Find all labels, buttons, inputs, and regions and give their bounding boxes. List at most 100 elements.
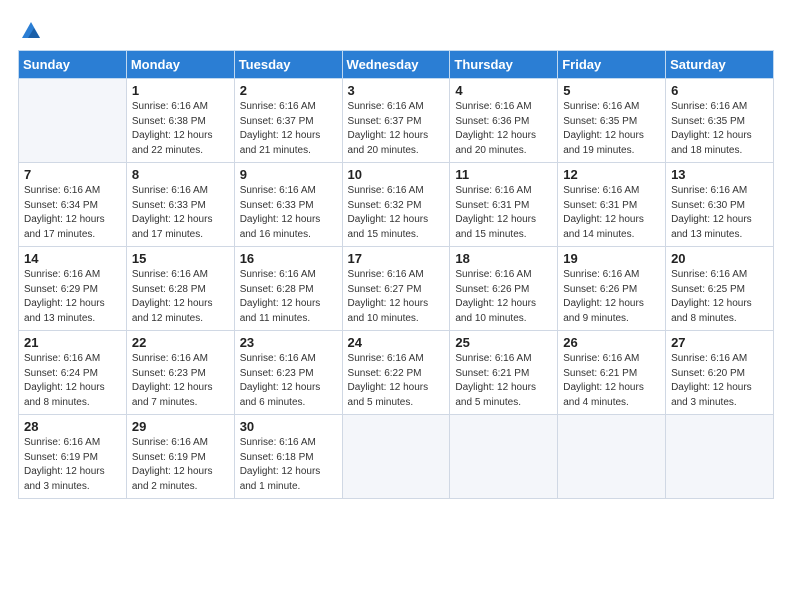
day-number: 11 [455, 167, 552, 182]
day-number: 7 [24, 167, 121, 182]
day-info: Sunrise: 6:16 AMSunset: 6:29 PMDaylight:… [24, 268, 121, 326]
day-number: 24 [348, 335, 445, 350]
day-cell: 23 Sunrise: 6:16 AMSunset: 6:23 PMDayligh… [234, 331, 342, 415]
day-info: Sunrise: 6:16 AMSunset: 6:37 PMDaylight:… [348, 100, 445, 158]
logo [18, 18, 42, 38]
day-number: 21 [24, 335, 121, 350]
header-cell-friday: Friday [558, 51, 666, 79]
header-cell-sunday: Sunday [19, 51, 127, 79]
header [18, 18, 774, 38]
day-cell: 4 Sunrise: 6:16 AMSunset: 6:36 PMDaylight… [450, 79, 558, 163]
day-cell: 9Sunrise: 6:16 AMSunset: 6:33 PMDaylight… [234, 163, 342, 247]
day-number: 12 [563, 167, 660, 182]
day-cell [558, 415, 666, 499]
day-info: Sunrise: 6:16 AMSunset: 6:23 PMDaylight:… [240, 352, 337, 410]
day-cell: 11 Sunrise: 6:16 AMSunset: 6:31 PMDayligh… [450, 163, 558, 247]
day-info: Sunrise: 6:16 AMSunset: 6:26 PMDaylight:… [563, 268, 660, 326]
day-info: Sunrise: 6:16 AMSunset: 6:28 PMDaylight:… [240, 268, 337, 326]
header-cell-wednesday: Wednesday [342, 51, 450, 79]
day-info: Sunrise: 6:16 AMSunset: 6:38 PMDaylight:… [132, 100, 229, 158]
week-row-4: 28 Sunrise: 6:16 AMSunset: 6:19 PMDayligh… [19, 415, 774, 499]
day-cell: 26Sunrise: 6:16 AMSunset: 6:21 PMDayligh… [558, 331, 666, 415]
day-cell [666, 415, 774, 499]
calendar-table: SundayMondayTuesdayWednesdayThursdayFrid… [18, 50, 774, 499]
day-cell: 29 Sunrise: 6:16 AMSunset: 6:19 PMDayligh… [126, 415, 234, 499]
day-number: 15 [132, 251, 229, 266]
week-row-3: 21Sunrise: 6:16 AMSunset: 6:24 PMDayligh… [19, 331, 774, 415]
day-info: Sunrise: 6:16 AMSunset: 6:30 PMDaylight:… [671, 184, 768, 242]
day-number: 6 [671, 83, 768, 98]
day-info: Sunrise: 6:16 AMSunset: 6:26 PMDaylight:… [455, 268, 552, 326]
day-number: 26 [563, 335, 660, 350]
day-cell: 6 Sunrise: 6:16 AMSunset: 6:35 PMDaylight… [666, 79, 774, 163]
day-info: Sunrise: 6:16 AMSunset: 6:35 PMDaylight:… [563, 100, 660, 158]
day-number: 8 [132, 167, 229, 182]
header-cell-tuesday: Tuesday [234, 51, 342, 79]
day-number: 22 [132, 335, 229, 350]
day-info: Sunrise: 6:16 AMSunset: 6:36 PMDaylight:… [455, 100, 552, 158]
day-number: 14 [24, 251, 121, 266]
week-row-0: 1 Sunrise: 6:16 AMSunset: 6:38 PMDaylight… [19, 79, 774, 163]
day-number: 9 [240, 167, 337, 182]
day-number: 19 [563, 251, 660, 266]
day-info: Sunrise: 6:16 AMSunset: 6:28 PMDaylight:… [132, 268, 229, 326]
day-cell: 2 Sunrise: 6:16 AMSunset: 6:37 PMDaylight… [234, 79, 342, 163]
day-cell: 21Sunrise: 6:16 AMSunset: 6:24 PMDayligh… [19, 331, 127, 415]
day-info: Sunrise: 6:16 AMSunset: 6:25 PMDaylight:… [671, 268, 768, 326]
header-cell-thursday: Thursday [450, 51, 558, 79]
day-cell: 18Sunrise: 6:16 AMSunset: 6:26 PMDayligh… [450, 247, 558, 331]
day-number: 27 [671, 335, 768, 350]
day-number: 20 [671, 251, 768, 266]
day-number: 25 [455, 335, 552, 350]
day-cell: 19 Sunrise: 6:16 AMSunset: 6:26 PMDayligh… [558, 247, 666, 331]
day-number: 2 [240, 83, 337, 98]
day-number: 28 [24, 419, 121, 434]
day-info: Sunrise: 6:16 AMSunset: 6:27 PMDaylight:… [348, 268, 445, 326]
day-number: 3 [348, 83, 445, 98]
day-cell: 16 Sunrise: 6:16 AMSunset: 6:28 PMDayligh… [234, 247, 342, 331]
logo-icon [20, 20, 42, 42]
day-cell: 30 Sunrise: 6:16 AMSunset: 6:18 PMDayligh… [234, 415, 342, 499]
day-cell: 17 Sunrise: 6:16 AMSunset: 6:27 PMDayligh… [342, 247, 450, 331]
week-row-1: 7 Sunrise: 6:16 AMSunset: 6:34 PMDaylight… [19, 163, 774, 247]
day-number: 5 [563, 83, 660, 98]
day-cell: 15 Sunrise: 6:16 AMSunset: 6:28 PMDayligh… [126, 247, 234, 331]
day-number: 23 [240, 335, 337, 350]
day-info: Sunrise: 6:16 AMSunset: 6:19 PMDaylight:… [24, 436, 121, 494]
day-number: 1 [132, 83, 229, 98]
week-row-2: 14 Sunrise: 6:16 AMSunset: 6:29 PMDayligh… [19, 247, 774, 331]
day-info: Sunrise: 6:16 AMSunset: 6:18 PMDaylight:… [240, 436, 337, 494]
day-number: 30 [240, 419, 337, 434]
day-info: Sunrise: 6:16 AMSunset: 6:21 PMDaylight:… [455, 352, 552, 410]
day-cell [19, 79, 127, 163]
day-cell: 1 Sunrise: 6:16 AMSunset: 6:38 PMDaylight… [126, 79, 234, 163]
day-cell: 20 Sunrise: 6:16 AMSunset: 6:25 PMDayligh… [666, 247, 774, 331]
day-cell: 14 Sunrise: 6:16 AMSunset: 6:29 PMDayligh… [19, 247, 127, 331]
day-number: 13 [671, 167, 768, 182]
day-cell: 22Sunrise: 6:16 AMSunset: 6:23 PMDayligh… [126, 331, 234, 415]
day-info: Sunrise: 6:16 AMSunset: 6:32 PMDaylight:… [348, 184, 445, 242]
day-cell: 7 Sunrise: 6:16 AMSunset: 6:34 PMDaylight… [19, 163, 127, 247]
header-cell-monday: Monday [126, 51, 234, 79]
day-info: Sunrise: 6:16 AMSunset: 6:33 PMDaylight:… [132, 184, 229, 242]
day-info: Sunrise: 6:16 AMSunset: 6:31 PMDaylight:… [563, 184, 660, 242]
day-info: Sunrise: 6:16 AMSunset: 6:19 PMDaylight:… [132, 436, 229, 494]
day-number: 10 [348, 167, 445, 182]
header-cell-saturday: Saturday [666, 51, 774, 79]
day-number: 29 [132, 419, 229, 434]
day-info: Sunrise: 6:16 AMSunset: 6:31 PMDaylight:… [455, 184, 552, 242]
day-cell [450, 415, 558, 499]
day-info: Sunrise: 6:16 AMSunset: 6:22 PMDaylight:… [348, 352, 445, 410]
day-cell: 28 Sunrise: 6:16 AMSunset: 6:19 PMDayligh… [19, 415, 127, 499]
day-number: 4 [455, 83, 552, 98]
day-cell: 8 Sunrise: 6:16 AMSunset: 6:33 PMDaylight… [126, 163, 234, 247]
day-info: Sunrise: 6:16 AMSunset: 6:34 PMDaylight:… [24, 184, 121, 242]
day-info: Sunrise: 6:16 AMSunset: 6:20 PMDaylight:… [671, 352, 768, 410]
day-info: Sunrise: 6:16 AMSunset: 6:37 PMDaylight:… [240, 100, 337, 158]
day-number: 17 [348, 251, 445, 266]
day-cell [342, 415, 450, 499]
day-cell: 12 Sunrise: 6:16 AMSunset: 6:31 PMDayligh… [558, 163, 666, 247]
day-number: 16 [240, 251, 337, 266]
day-info: Sunrise: 6:16 AMSunset: 6:35 PMDaylight:… [671, 100, 768, 158]
header-row: SundayMondayTuesdayWednesdayThursdayFrid… [19, 51, 774, 79]
